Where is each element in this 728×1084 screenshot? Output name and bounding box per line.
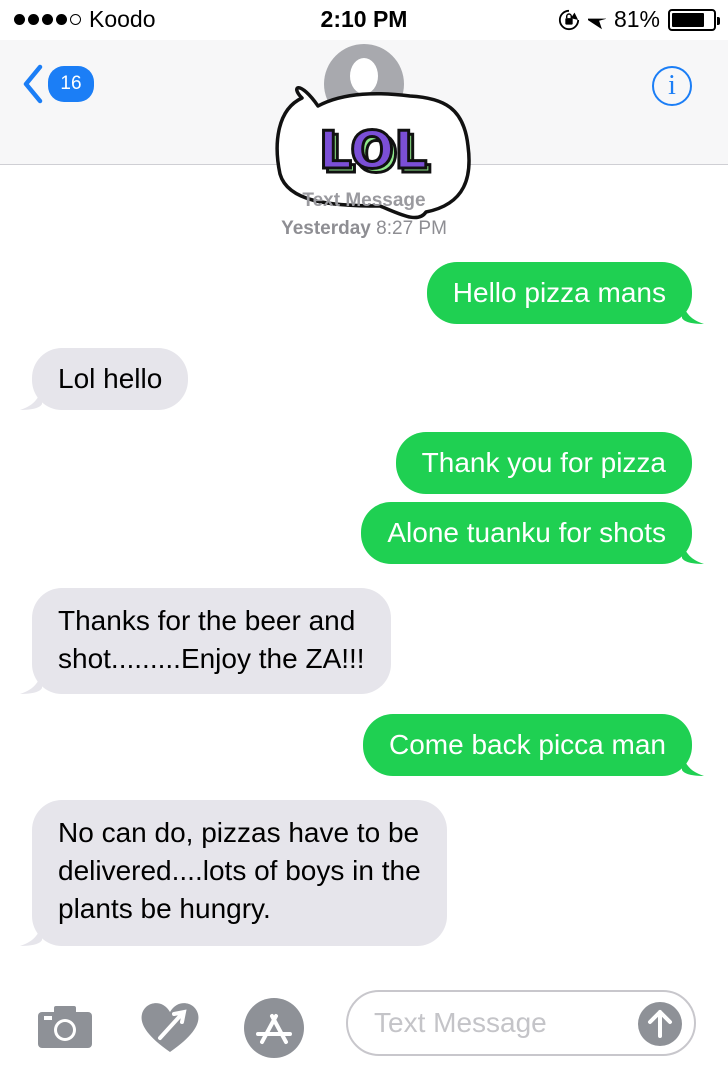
message-text: Lol hello (58, 363, 163, 394)
service-label: Text Message (302, 190, 426, 210)
conversation-timestamp: Yesterday 8:27 PM (0, 218, 728, 240)
timestamp-day: Yesterday (281, 218, 371, 239)
messages-screen: Koodo 2:10 PM 81% 16 i LOL LOL Text Mess… (0, 0, 728, 1084)
received-message[interactable]: Thanks for the beer and shot.........Enj… (20, 588, 391, 694)
timestamp-time: 8:27 PM (376, 218, 447, 239)
message-input[interactable]: Text Message (346, 990, 696, 1056)
battery-percent: 81% (613, 6, 660, 32)
message-line: plants be hungry. (58, 893, 271, 924)
message-input-placeholder: Text Message (374, 1007, 547, 1038)
chevron-left-icon (23, 64, 43, 104)
app-store-icon[interactable] (242, 996, 306, 1060)
sent-message[interactable]: Hello pizza mans (426, 262, 704, 324)
info-button[interactable]: i (652, 66, 692, 106)
send-button[interactable] (638, 1002, 682, 1046)
message-text: Alone tuanku for shots (387, 517, 666, 548)
arrow-up-icon (648, 1010, 672, 1038)
camera-icon[interactable] (36, 1002, 94, 1050)
message-line: shot.........Enjoy the ZA!!! (58, 643, 365, 674)
battery-icon (668, 8, 720, 31)
bubble-tail (682, 750, 704, 776)
bubble-tail (20, 920, 42, 946)
message-text: Thank you for pizza (421, 447, 666, 478)
back-button[interactable]: 16 (22, 64, 94, 104)
message-text: Hello pizza mans (452, 277, 666, 308)
message-text: Come back picca man (388, 729, 666, 760)
bubble-tail (20, 668, 42, 694)
received-message[interactable]: No can do, pizzas have to be delivered..… (20, 800, 447, 946)
status-bar: Koodo 2:10 PM 81% (0, 0, 728, 40)
status-right: 81% (558, 6, 720, 33)
rotation-lock-icon (558, 9, 580, 30)
sent-message[interactable]: Come back picca man (362, 714, 704, 776)
heart-icon[interactable] (138, 998, 202, 1054)
bubble-tail (682, 538, 704, 564)
bubble-tail (20, 384, 42, 410)
message-line: Thanks for the beer and (58, 605, 356, 636)
composer-bar: Text Message (0, 990, 728, 1084)
message-line: No can do, pizzas have to be (58, 817, 420, 848)
sent-message[interactable]: Thank you for pizza (395, 432, 692, 494)
message-line: delivered....lots of boys in the (58, 855, 421, 886)
bubble-tail (682, 298, 704, 324)
location-icon (587, 18, 606, 29)
sent-message[interactable]: Alone tuanku for shots (361, 502, 704, 564)
sticker-text: LOL (319, 121, 428, 181)
unread-count-badge: 16 (48, 66, 94, 102)
received-message[interactable]: Lol hello (20, 348, 189, 410)
